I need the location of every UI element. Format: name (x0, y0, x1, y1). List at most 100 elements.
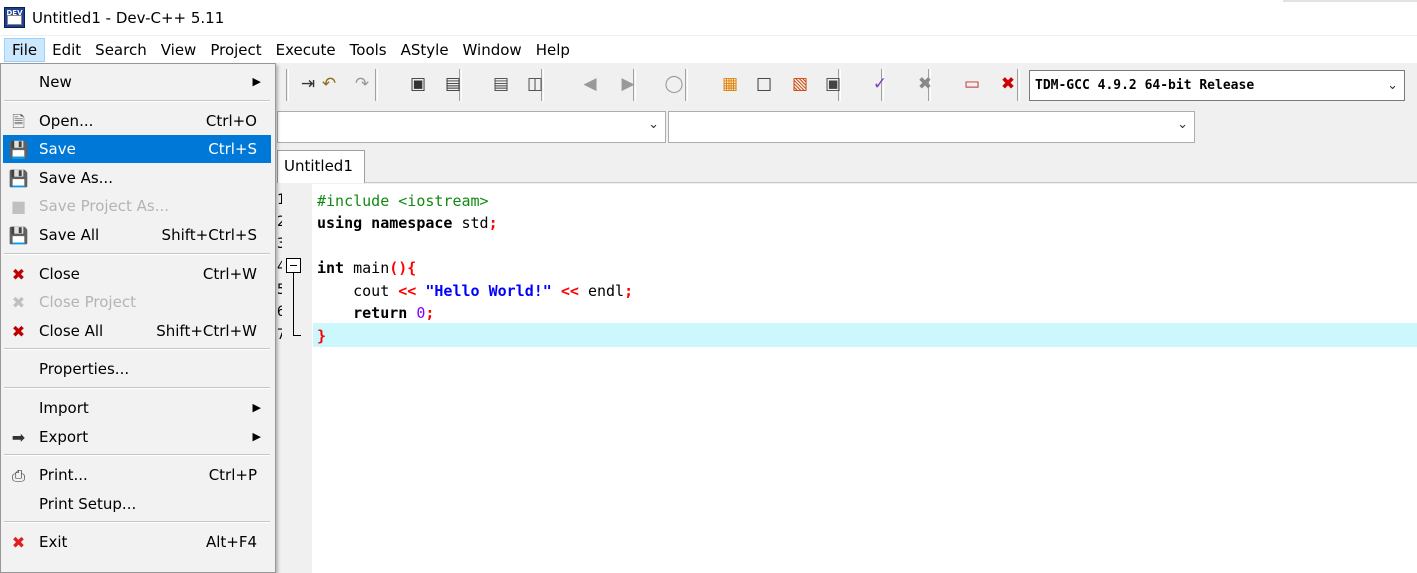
menu-item-save-as[interactable]: 💾 Save As... (3, 164, 271, 192)
code-line: #include <iostream> (317, 190, 489, 212)
menu-window[interactable]: Window (456, 38, 529, 62)
menu-item-shortcut: Ctrl+O (205, 111, 257, 130)
menu-item-exit[interactable]: ✖ Exit Alt+F4 (3, 528, 271, 556)
menu-item-label: Export (39, 427, 89, 446)
code-token: << (560, 282, 588, 300)
menu-item-shortcut: Ctrl+W (202, 264, 257, 283)
check-icon[interactable]: ✓ (867, 71, 893, 97)
code-token: ; (488, 214, 498, 232)
menu-item-open[interactable]: 🗎 Open... Ctrl+O (3, 107, 271, 135)
menu-item-label: Print... (39, 466, 88, 485)
save-as-icon: 💾 (8, 168, 29, 188)
goto-forward-icon[interactable]: ▶ (615, 71, 641, 97)
fold-collapse-icon[interactable] (286, 258, 301, 273)
code-line: cout << "Hello World!" << endl; (317, 280, 633, 302)
file-menu-dropdown: New ▶ 🗎 Open... Ctrl+O 💾 Save Ctrl+S 💾 Save As...… (0, 63, 276, 573)
app-logo-icon: DEV (4, 7, 25, 28)
close-all-icon: ✖ (11, 321, 26, 341)
fold-guide (293, 273, 294, 336)
menu-view[interactable]: View (154, 38, 204, 62)
window-icon[interactable]: □ (751, 71, 777, 97)
app-logo-text: DEV (6, 9, 23, 17)
menu-item-label: Print Setup... (39, 494, 137, 513)
menu-item-save[interactable]: 💾 Save Ctrl+S (3, 135, 271, 164)
title-bar: DEV Untitled1 - Dev-C++ 5.11 (0, 0, 1417, 35)
bookmark-icon[interactable]: ◯ (661, 71, 687, 97)
menu-help[interactable]: Help (529, 38, 577, 62)
editor-tabs: Untitled1 (277, 150, 1417, 183)
submenu-arrow-icon: ▶ (252, 401, 261, 414)
debug-stop-icon[interactable]: ✖ (995, 71, 1021, 97)
grid-view-icon[interactable]: ▦ (717, 71, 743, 97)
chevron-down-icon[interactable]: ⌄ (1177, 117, 1188, 132)
menu-item-export[interactable]: ➡ Export ▶ (3, 423, 271, 451)
menu-item-label: Close (39, 264, 80, 283)
undo-icon[interactable]: ↶ (316, 71, 342, 97)
code-editor[interactable]: 1 2 3 4 5 6 7 #include <iostream> using namespa… (277, 184, 1417, 573)
line-number: 1 (277, 192, 282, 208)
menu-item-close-all[interactable]: ✖ Close All Shift+Ctrl+W (3, 317, 271, 345)
menu-item-import[interactable]: Import ▶ (3, 394, 271, 422)
chevron-down-icon[interactable]: ⌄ (648, 117, 659, 132)
menu-item-shortcut: Ctrl+P (208, 466, 257, 485)
tab-untitled1[interactable]: Untitled1 (277, 150, 365, 183)
submenu-arrow-icon: ▶ (252, 429, 261, 443)
line-number: 4 (277, 259, 282, 275)
compiler-select[interactable]: TDM-GCC 4.9.2 64-bit Release ⌄ (1029, 70, 1405, 101)
replace-icon[interactable]: ▤ (440, 71, 466, 97)
menu-execute[interactable]: Execute (269, 38, 343, 62)
chart-icon[interactable]: ▭ (959, 71, 985, 97)
close-project-icon: ✖ (11, 293, 26, 313)
menu-separator (4, 387, 270, 389)
menu-item-save-all[interactable]: 💾 Save All Shift+Ctrl+S (3, 221, 271, 249)
close-file-icon: ✖ (11, 264, 26, 284)
code-token: #include <iostream> (317, 192, 489, 210)
stop-icon[interactable]: ✖ (912, 71, 938, 97)
menu-tools[interactable]: Tools (343, 38, 394, 62)
code-line: using namespace std; (317, 212, 498, 234)
dev-cpp-window: DEV Untitled1 - Dev-C++ 5.11 File Edit Sea… (0, 0, 1417, 573)
menu-file[interactable]: File (4, 37, 46, 62)
menu-project[interactable]: Project (203, 38, 268, 62)
save-icon: 💾 (8, 140, 29, 160)
tiles-icon[interactable]: ▣ (820, 71, 846, 97)
code-token: endl (587, 282, 625, 300)
menu-separator (4, 454, 270, 457)
menu-separator (4, 348, 270, 351)
menu-search[interactable]: Search (88, 38, 154, 62)
menu-item-label: Properties... (39, 360, 130, 379)
menu-item-properties[interactable]: Properties... (3, 355, 271, 383)
color-grid-icon[interactable]: ▧ (787, 71, 813, 97)
menu-item-close[interactable]: ✖ Close Ctrl+W (3, 260, 271, 288)
save-all-icon: 💾 (8, 226, 29, 245)
code-line: return 0; (317, 302, 434, 324)
menu-astyle[interactable]: AStyle (394, 38, 456, 62)
menu-item-new[interactable]: New ▶ (3, 68, 271, 96)
menu-item-label: Open... (39, 111, 94, 130)
line-number: 5 (277, 282, 282, 298)
split-icon[interactable]: ◫ (522, 71, 548, 97)
menu-item-print[interactable]: ⎙ Print... Ctrl+P (3, 461, 271, 489)
find-icon[interactable]: ▣ (405, 71, 431, 97)
class-combo[interactable]: ⌄ (277, 111, 666, 143)
code-token: using namespace (317, 214, 462, 232)
menu-edit[interactable]: Edit (45, 38, 88, 62)
menu-item-label: Save All (39, 226, 100, 244)
menu-item-shortcut: Ctrl+S (208, 140, 257, 159)
toggle-comment-icon[interactable]: ▤ (488, 71, 514, 97)
line-number: 2 (277, 214, 282, 230)
goto-back-icon[interactable]: ◀ (577, 71, 603, 97)
line-number-gutter: 1 2 3 4 5 6 7 (277, 184, 312, 573)
toolbar-separator (286, 69, 289, 101)
function-combo[interactable]: ⌄ (668, 111, 1195, 143)
chevron-down-icon[interactable]: ⌄ (1387, 71, 1398, 100)
menu-item-label: Close All (39, 321, 104, 340)
code-token: main (353, 259, 390, 277)
current-line-highlight (313, 323, 1417, 347)
menu-item-print-setup[interactable]: Print Setup... (3, 490, 271, 518)
tab-label: Untitled1 (284, 157, 353, 175)
toolbar-separator (375, 69, 378, 101)
redo-icon[interactable]: ↷ (349, 71, 375, 97)
menu-item-label: Import (39, 399, 89, 417)
code-token: int (317, 259, 354, 277)
